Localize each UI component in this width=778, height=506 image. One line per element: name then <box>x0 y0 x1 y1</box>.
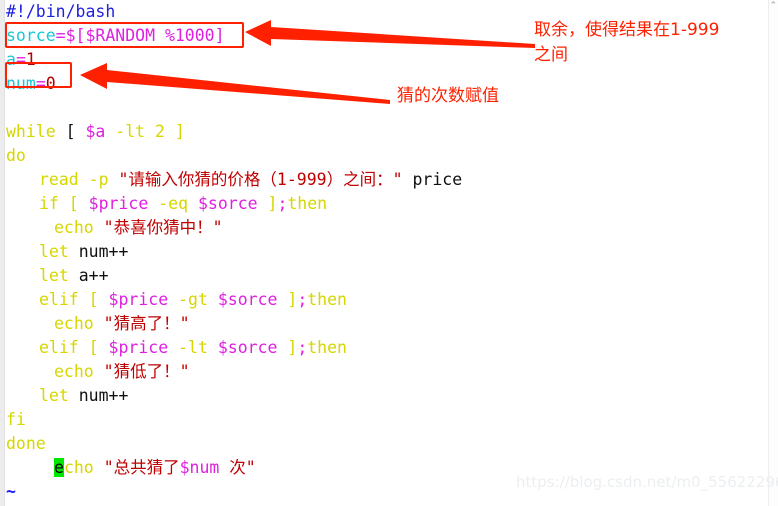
code-token: "恭喜你猜中！" <box>103 218 223 237</box>
code-token: ] <box>277 338 298 357</box>
code-token: sorce <box>6 26 56 45</box>
text-cursor: e <box>54 458 64 477</box>
code-token: let <box>39 242 79 261</box>
code-line[interactable]: let num++ <box>6 384 706 408</box>
code-token: $price <box>108 338 169 357</box>
code-token: "请输入你猜的价格（1-999）之间：" <box>118 170 403 189</box>
code-line[interactable]: while [ $a -lt 2 ] <box>6 120 706 144</box>
code-token: 1 <box>25 50 36 69</box>
code-token: "猜高了！" <box>103 314 190 333</box>
code-line[interactable]: elif [ $price -lt $sorce ];then <box>6 336 706 360</box>
code-line[interactable]: let num++ <box>6 240 706 264</box>
code-token: let <box>39 386 79 405</box>
code-token: fi <box>6 410 26 429</box>
note-counter: 猜的次数赋值 <box>397 86 499 106</box>
code-line[interactable]: do <box>6 144 706 168</box>
code-token: #!/bin/bash <box>6 2 116 21</box>
code-token: ~ <box>6 482 16 501</box>
csdn-watermark: https://blog.csdn.net/m0_55622296 <box>516 473 778 491</box>
code-line[interactable]: let a++ <box>6 264 706 288</box>
code-token: ] <box>257 194 278 213</box>
code-token: [ <box>65 122 86 141</box>
code-token: $sorce <box>197 194 258 213</box>
code-token: -eq <box>148 194 198 213</box>
code-token: then <box>287 194 328 213</box>
code-line[interactable]: done <box>6 432 706 456</box>
code-token: echo <box>54 218 104 237</box>
code-token: 次" <box>219 458 256 477</box>
editor-left-gutter <box>0 0 5 506</box>
code-token: do <box>6 146 26 165</box>
scroll-up-arrow-icon[interactable]: ⌃ <box>769 2 777 11</box>
vim-editor-screenshot: #!/bin/bash sorce=$[$RANDOM %1000] a=1 num=… <box>0 0 778 506</box>
code-token: ; <box>277 194 288 213</box>
code-token: elif [ <box>39 338 109 357</box>
code-token: then <box>307 290 347 309</box>
code-token: let <box>39 266 79 285</box>
code-token: num++ <box>78 386 129 405</box>
arrow-to-sorce-line <box>245 18 540 62</box>
code-token: -lt <box>105 122 156 141</box>
code-token: ; <box>297 338 308 357</box>
code-token: $price <box>88 194 149 213</box>
code-token: 2 <box>155 122 165 141</box>
code-token: elif [ <box>39 290 109 309</box>
code-token: a <box>6 50 16 69</box>
code-token: ] <box>277 290 298 309</box>
code-token: $price <box>108 290 169 309</box>
code-line[interactable]: elif [ $price -gt $sorce ];then <box>6 288 706 312</box>
code-token: 0 <box>45 74 56 93</box>
code-line[interactable]: read -p "请输入你猜的价格（1-999）之间：" price <box>6 168 706 192</box>
arrow-to-num-line <box>80 62 395 114</box>
code-token: if [ <box>39 194 89 213</box>
code-token: ; <box>297 290 308 309</box>
vertical-scrollbar[interactable]: ⌃ <box>768 0 778 506</box>
code-token: $sorce <box>217 290 278 309</box>
code-line[interactable]: if [ $price -eq $sorce ];then <box>6 192 706 216</box>
code-token: = <box>15 50 26 69</box>
code-token: while <box>6 122 66 141</box>
code-token: $num <box>179 458 220 477</box>
code-token: "总共猜了 <box>103 458 180 477</box>
code-token: =$[$RANDOM %1000] <box>55 26 225 45</box>
code-line[interactable]: fi <box>6 408 706 432</box>
note-modulo: 取余，使得结果在1-999 之间 <box>534 20 720 65</box>
code-token: done <box>6 434 46 453</box>
code-token: -lt <box>168 338 218 357</box>
code-line[interactable]: echo "恭喜你猜中！" <box>6 216 706 240</box>
code-token: echo <box>54 362 104 381</box>
code-token: num++ <box>78 242 129 261</box>
code-token: cho <box>63 458 104 477</box>
code-token: echo <box>54 314 104 333</box>
code-token: read -p <box>39 170 119 189</box>
code-token: ] <box>164 122 185 141</box>
code-token: $a <box>85 122 106 141</box>
code-token: then <box>307 338 347 357</box>
code-token: $sorce <box>217 338 278 357</box>
code-token: -gt <box>168 290 218 309</box>
code-token: a++ <box>78 266 109 285</box>
code-token: num <box>6 74 36 93</box>
code-line[interactable]: echo "猜高了！" <box>6 312 706 336</box>
code-token: "猜低了！" <box>103 362 190 381</box>
code-token: = <box>35 74 46 93</box>
code-token: price <box>402 170 463 189</box>
code-line[interactable]: echo "猜低了！" <box>6 360 706 384</box>
